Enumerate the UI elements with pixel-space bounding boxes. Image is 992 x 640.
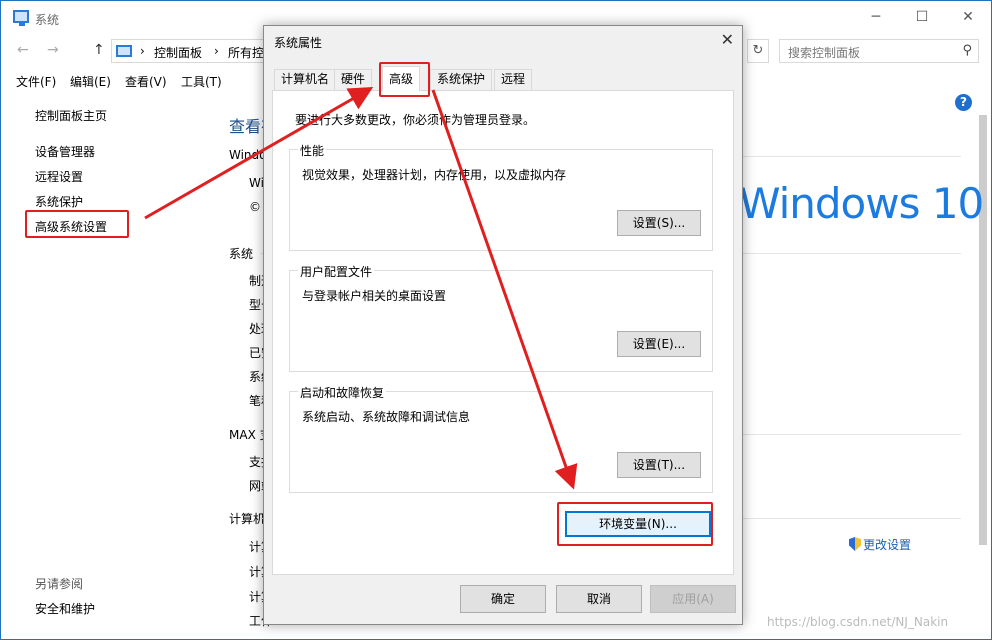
- arrow-to-advanced-tab: [144, 87, 374, 220]
- annotation-arrows: [144, 87, 578, 490]
- tab-advanced[interactable]: 高级: [382, 66, 421, 91]
- arrow-to-env-button: [431, 89, 578, 490]
